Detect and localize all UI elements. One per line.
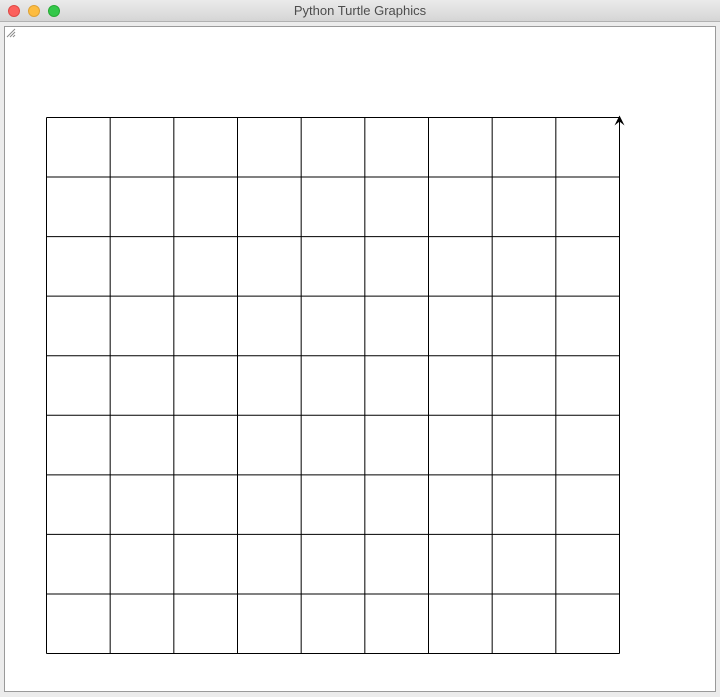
- turtle-canvas[interactable]: [4, 26, 716, 692]
- resize-grip-icon[interactable]: [5, 27, 16, 38]
- grid-drawing: [46, 115, 625, 654]
- turtle-window: Python Turtle Graphics: [0, 0, 720, 697]
- title-bar[interactable]: Python Turtle Graphics: [0, 0, 720, 22]
- window-title: Python Turtle Graphics: [293, 3, 427, 18]
